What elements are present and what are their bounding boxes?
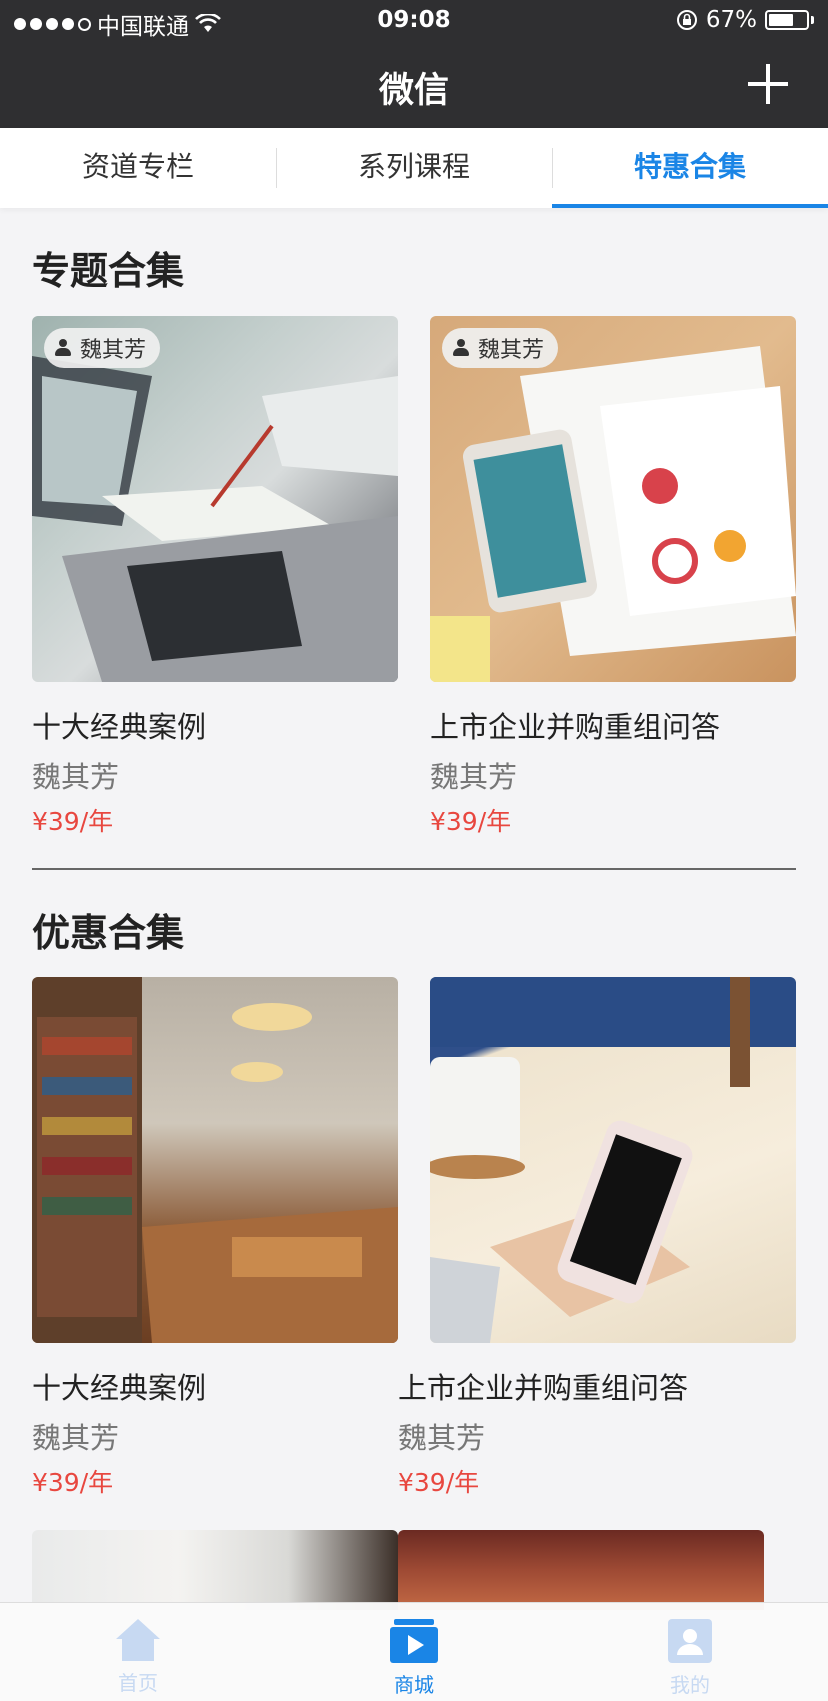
rotation-lock-icon [676, 10, 697, 30]
bottom-tab-bar: 首页 商城 我的 [0, 1602, 828, 1701]
collection-card[interactable]: 十大经典案例 魏其芳 ¥39/年 [32, 977, 398, 1499]
card-price: ¥39/年 [398, 1468, 480, 1497]
card-image [32, 977, 398, 1343]
tab-courses[interactable]: 系列课程 [276, 128, 552, 208]
card-author: 魏其芳 [32, 1421, 120, 1455]
tab-deals[interactable]: 特惠合集 [552, 128, 828, 208]
card-image-partial[interactable] [398, 1530, 764, 1610]
nav-bar: 微信 [0, 42, 828, 128]
tabbar-profile[interactable]: 我的 [552, 1603, 828, 1701]
battery-percent: 67% [705, 7, 757, 33]
tabbar-label: 商城 [394, 1673, 434, 1697]
card-price: ¥39/年 [32, 1468, 114, 1497]
collection-card[interactable]: 魏其芳 上市企业并购重组问答 魏其芳 ¥39/年 [430, 316, 796, 838]
status-right: 67% [676, 7, 814, 33]
tabbar-label: 首页 [118, 1671, 158, 1695]
add-button[interactable] [748, 64, 788, 104]
card-title: 上市企业并购重组问答 [398, 1371, 689, 1405]
card-author: 魏其芳 [32, 760, 120, 794]
card-image: 魏其芳 [32, 316, 398, 682]
battery-icon [765, 10, 809, 30]
card-title: 十大经典案例 [32, 1371, 207, 1405]
card-image [430, 977, 796, 1343]
store-icon [390, 1619, 438, 1663]
status-bar: 中国联通 09:08 67% [0, 0, 828, 42]
collection-card[interactable]: 魏其芳 十大经典案例 魏其芳 ¥39/年 [32, 316, 398, 838]
user-icon [452, 339, 470, 357]
card-author: 魏其芳 [398, 1421, 486, 1455]
card-price: ¥39/年 [430, 807, 512, 836]
section-title-topics: 专题合集 [32, 249, 185, 293]
battery-cap [811, 16, 814, 24]
author-tag: 魏其芳 [44, 328, 161, 368]
tabbar-home[interactable]: 首页 [0, 1603, 276, 1701]
home-icon [116, 1619, 160, 1661]
tab-columns[interactable]: 资道专栏 [0, 128, 276, 208]
collection-card[interactable]: 上市企业并购重组问答 魏其芳 ¥39/年 [398, 977, 796, 1499]
author-tag-label: 魏其芳 [80, 338, 147, 363]
card-author: 魏其芳 [430, 760, 518, 794]
card-title: 十大经典案例 [32, 710, 207, 744]
card-title: 上市企业并购重组问答 [430, 710, 721, 744]
user-icon [54, 339, 72, 357]
tabbar-label: 我的 [670, 1673, 710, 1697]
card-price: ¥39/年 [32, 807, 114, 836]
card-image-partial[interactable] [32, 1530, 398, 1610]
category-tabs: 资道专栏 系列课程 特惠合集 [0, 128, 828, 208]
section-title-deals: 优惠合集 [32, 911, 185, 955]
author-tag: 魏其芳 [442, 328, 559, 368]
author-tag-label: 魏其芳 [478, 338, 545, 363]
tabbar-store[interactable]: 商城 [276, 1603, 552, 1701]
section-divider [32, 868, 796, 870]
profile-icon [668, 1619, 712, 1663]
card-image: 魏其芳 [430, 316, 796, 682]
page-title: 微信 [378, 71, 449, 111]
